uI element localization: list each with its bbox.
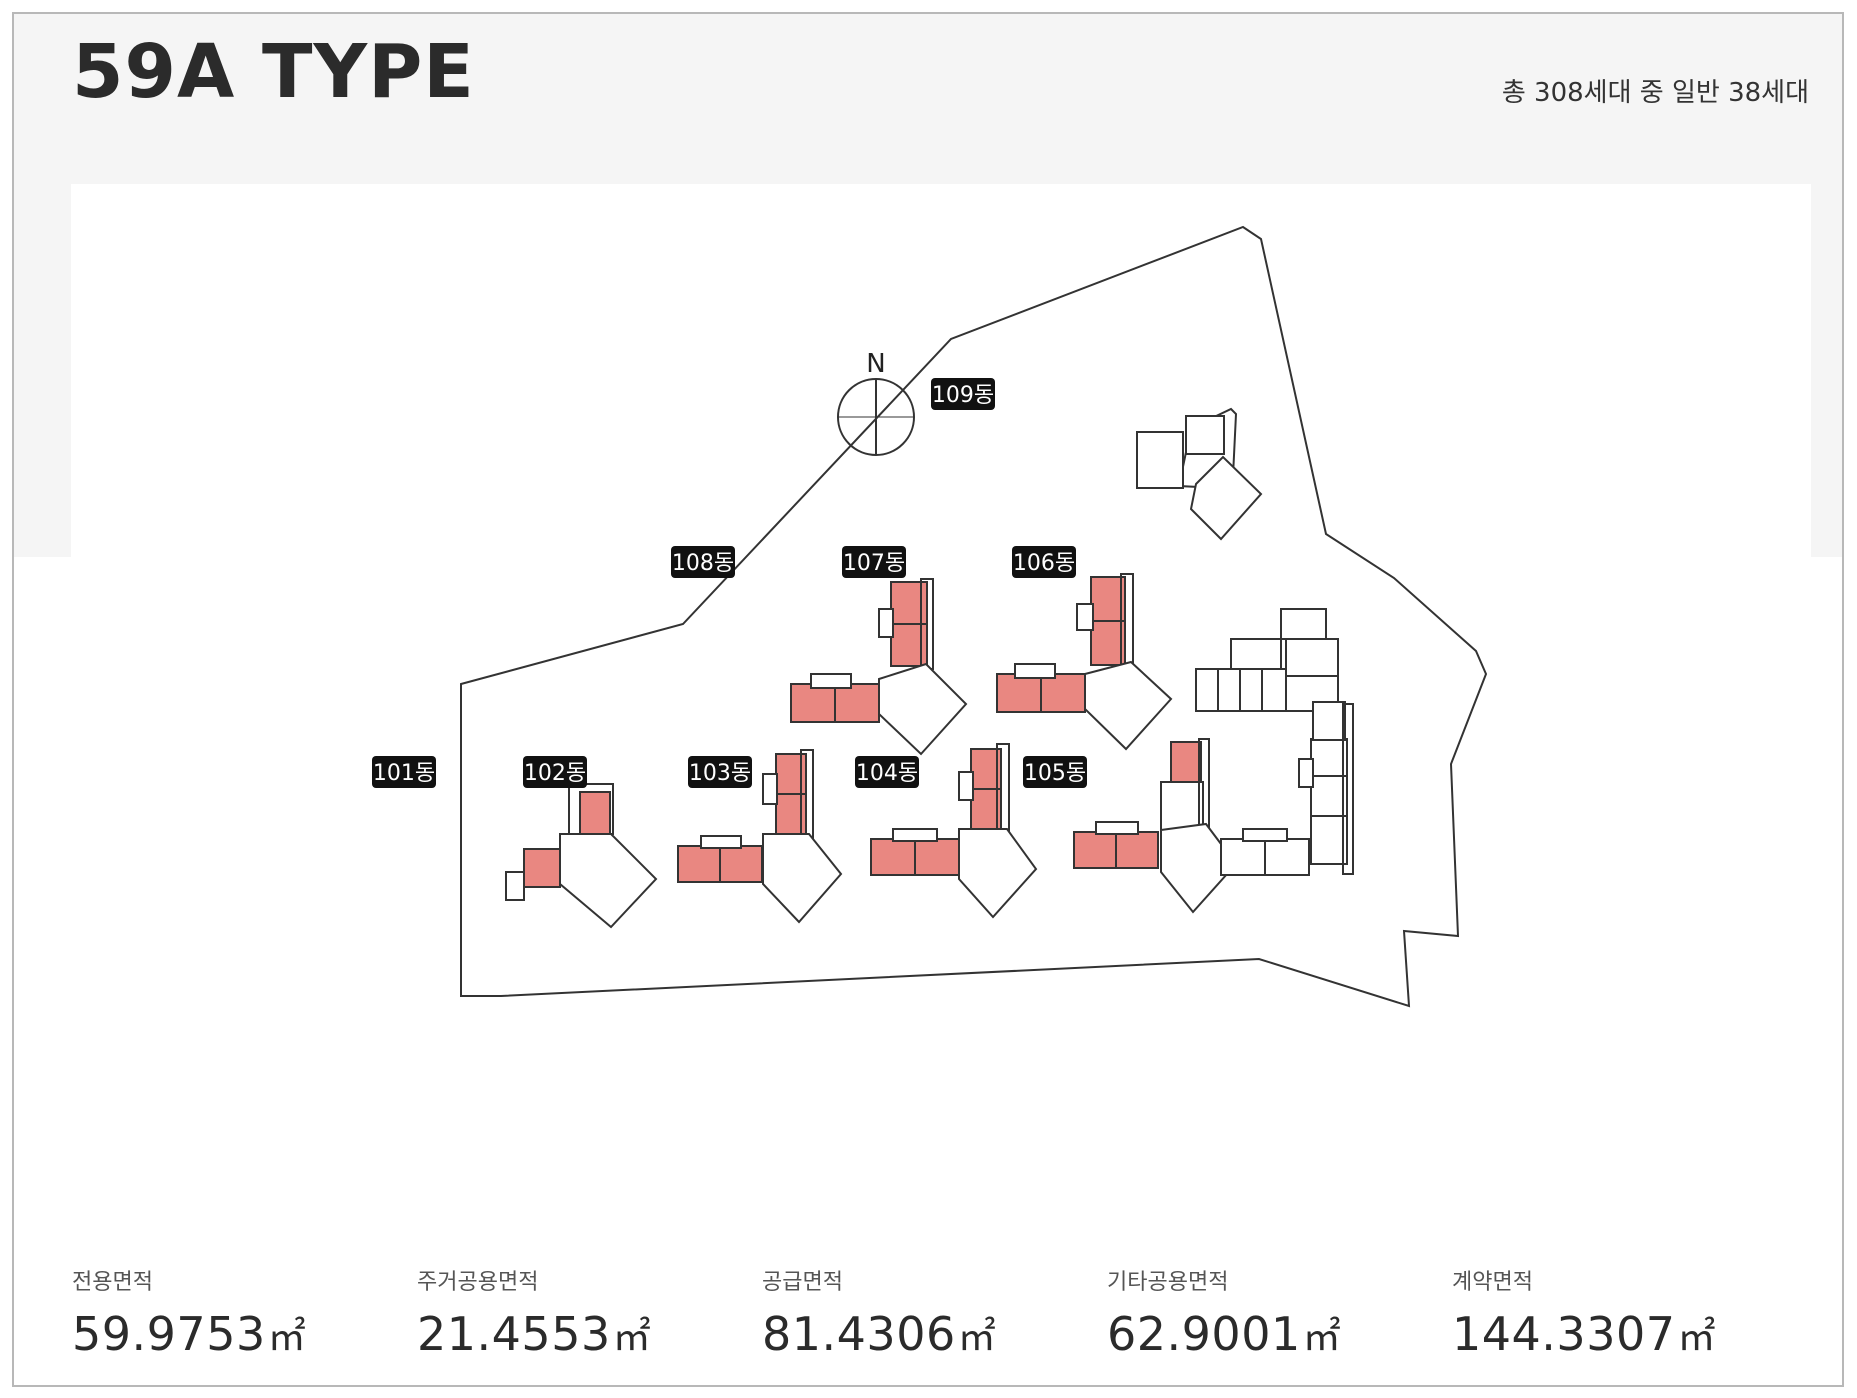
area-exclusive: 전용면적 59.9753㎡	[72, 1264, 412, 1361]
area-exclusive-value: 59.9753㎡	[72, 1306, 412, 1361]
building-106[interactable]	[1195, 608, 1339, 712]
area-exclusive-number: 59.9753	[72, 1307, 266, 1361]
label-109[interactable]: 109동	[931, 378, 995, 410]
compass-letter: N	[866, 349, 885, 379]
label-105-text: 105동	[1024, 761, 1086, 786]
area-residential-common-number: 21.4553	[417, 1307, 611, 1361]
label-107[interactable]: 107동	[842, 546, 906, 578]
area-supply-unit: ㎡	[957, 1315, 997, 1359]
label-101[interactable]: 101동	[372, 756, 436, 788]
area-contract-label: 계약면적	[1452, 1270, 1533, 1295]
building-105[interactable]	[1220, 701, 1354, 876]
area-residential-common: 주거공용면적 21.4553㎡	[417, 1264, 757, 1361]
label-106-text: 106동	[1013, 551, 1075, 576]
area-other-common-unit: ㎡	[1302, 1315, 1342, 1359]
building-104[interactable]	[1073, 738, 1238, 914]
building-101[interactable]	[505, 783, 658, 929]
label-105[interactable]: 105동	[1023, 756, 1087, 788]
area-other-common-number: 62.9001	[1107, 1307, 1301, 1361]
site-map-panel: N 101동 102동 103동 104동 105동 106동 107동 108…	[71, 184, 1811, 1089]
area-summary: 전용면적 59.9753㎡ 주거공용면적 21.4553㎡ 공급면적 81.43…	[72, 1264, 1812, 1384]
building-107[interactable]	[996, 573, 1173, 751]
compass-icon: N	[837, 349, 915, 456]
building-108[interactable]	[790, 578, 968, 756]
area-contract-number: 144.3307	[1452, 1307, 1676, 1361]
area-supply-label: 공급면적	[762, 1270, 843, 1295]
label-106[interactable]: 106동	[1012, 546, 1076, 578]
area-other-common-label: 기타공용면적	[1107, 1270, 1229, 1295]
label-102-text: 102동	[524, 761, 586, 786]
label-108[interactable]: 108동	[671, 546, 735, 578]
label-108-text: 108동	[672, 551, 734, 576]
page-frame: 59A TYPE 총 308세대 중 일반 38세대 N 101동 102동 1…	[12, 12, 1844, 1387]
label-101-text: 101동	[373, 761, 435, 786]
label-104[interactable]: 104동	[855, 756, 919, 788]
area-residential-common-unit: ㎡	[612, 1315, 652, 1359]
site-map: N 101동 102동 103동 104동 105동 106동 107동 108…	[372, 225, 1488, 1008]
label-104-text: 104동	[856, 761, 918, 786]
label-103[interactable]: 103동	[688, 756, 752, 788]
label-102[interactable]: 102동	[523, 756, 587, 788]
area-exclusive-label: 전용면적	[72, 1270, 153, 1295]
household-summary: 총 308세대 중 일반 38세대	[1501, 78, 1809, 108]
area-supply-value: 81.4306㎡	[762, 1306, 1102, 1361]
area-residential-common-value: 21.4553㎡	[417, 1306, 757, 1361]
building-109[interactable]	[1136, 407, 1263, 541]
label-109-text: 109동	[932, 383, 994, 408]
area-exclusive-unit: ㎡	[267, 1315, 307, 1359]
area-contract: 계약면적 144.3307㎡	[1452, 1264, 1792, 1361]
area-supply-number: 81.4306	[762, 1307, 956, 1361]
area-other-common-value: 62.9001㎡	[1107, 1306, 1447, 1361]
area-supply: 공급면적 81.4306㎡	[762, 1264, 1102, 1361]
label-107-text: 107동	[843, 551, 905, 576]
area-other-common: 기타공용면적 62.9001㎡	[1107, 1264, 1447, 1361]
label-103-text: 103동	[689, 761, 751, 786]
area-residential-common-label: 주거공용면적	[417, 1270, 539, 1295]
area-contract-unit: ㎡	[1677, 1315, 1717, 1359]
building-labels: 101동 102동 103동 104동 105동 106동 107동 108동 …	[372, 378, 1087, 788]
area-contract-value: 144.3307㎡	[1452, 1306, 1792, 1361]
page-title: 59A TYPE	[72, 29, 475, 115]
